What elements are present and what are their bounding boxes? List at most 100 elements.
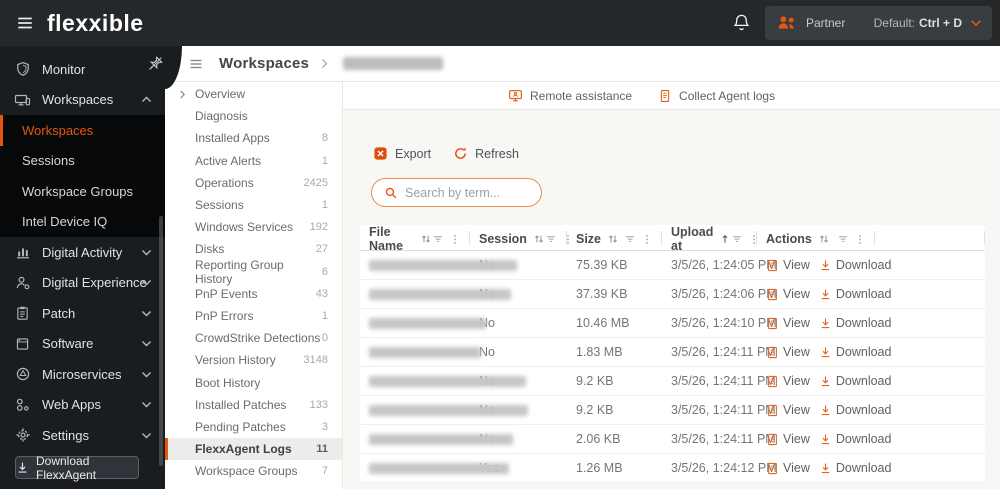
submenu-item-sessions[interactable]: Sessions — [0, 146, 165, 177]
view-link[interactable]: View — [766, 316, 810, 330]
view-document-icon — [766, 404, 779, 417]
nav-item-boot-history[interactable]: Boot History — [165, 371, 342, 393]
column-header-upload-at[interactable]: Upload at — [662, 225, 757, 253]
sidebar-item-settings[interactable]: Settings — [0, 420, 165, 451]
nav-item-reporting-group-history[interactable]: Reporting Group History 6 — [165, 258, 342, 286]
sidebar-item-microservices[interactable]: Microservices — [0, 359, 165, 390]
cell-filler — [875, 251, 985, 279]
sidebar-item-label: Monitor — [42, 61, 86, 77]
nav-item-pending-patches[interactable]: Pending Patches 3 — [165, 416, 342, 438]
sidebar-scrollbar[interactable] — [159, 216, 163, 466]
nav-item-installed-patches[interactable]: Installed Patches 133 — [165, 394, 342, 416]
search-input[interactable] — [405, 185, 525, 200]
file-name-redacted — [369, 404, 528, 416]
kebab-icon[interactable] — [449, 233, 461, 246]
column-header-session[interactable]: Session — [470, 225, 569, 253]
view-link[interactable]: View — [766, 374, 810, 388]
sidebar-item-monitor[interactable]: Monitor — [0, 54, 165, 85]
view-link[interactable]: View — [766, 432, 810, 446]
filter-icon[interactable] — [432, 233, 444, 245]
nav-item-windows-services[interactable]: Windows Services 192 — [165, 216, 342, 238]
chevron-right-icon — [177, 89, 188, 100]
unpin-sidebar-icon[interactable] — [147, 55, 164, 72]
export-button[interactable]: Export — [373, 146, 431, 161]
view-label: View — [783, 345, 810, 359]
nav-item-version-history[interactable]: Version History 3148 — [165, 349, 342, 371]
submenu-item-workspaces[interactable]: Workspaces — [0, 115, 165, 146]
submenu-item-intel-device-iq[interactable]: Intel Device IQ — [0, 207, 165, 238]
view-document-icon — [766, 433, 779, 446]
sidebar-item-digital-experience[interactable]: Digital Experience — [0, 268, 165, 299]
column-label: Size — [576, 232, 602, 246]
sidebar-item-workspaces[interactable]: Workspaces — [0, 85, 165, 116]
nav-item-flexxagent-logs[interactable]: FlexxAgent Logs 11 — [165, 438, 342, 461]
sidebar-item-digital-activity[interactable]: Digital Activity — [0, 237, 165, 268]
sort-icon[interactable] — [818, 233, 830, 245]
excel-export-icon — [373, 146, 388, 161]
cell-actions: View Download — [757, 367, 891, 395]
filter-icon[interactable] — [624, 233, 636, 245]
nav-item-pnp-events[interactable]: PnP Events 43 — [165, 283, 342, 305]
nav-item-pnp-errors[interactable]: PnP Errors 1 — [165, 305, 342, 327]
nav-item-active-alerts[interactable]: Active Alerts 1 — [165, 150, 342, 172]
table-row: No75.39 KB3/5/26, 1:24:05 PMViewDownload — [360, 251, 985, 280]
column-header-size[interactable]: Size — [567, 225, 662, 253]
submenu-item-workspace-groups[interactable]: Workspace Groups — [0, 176, 165, 207]
sidebar-item-label: Software — [42, 336, 94, 352]
remote-assistance-button[interactable]: Remote assistance — [508, 88, 632, 103]
nav-item-label: PnP Errors — [195, 308, 254, 323]
view-link[interactable]: View — [766, 461, 810, 475]
default-label: Default: — [873, 16, 915, 30]
main-menu-icon[interactable] — [16, 14, 34, 32]
main-content: Remote assistance Collect Agent logs Exp… — [343, 82, 1000, 489]
sort-icon[interactable] — [420, 233, 432, 245]
workspaces-icon — [14, 92, 31, 108]
download-flexxagent-label: Download FlexxAgent — [36, 453, 97, 482]
cell-size: 37.39 KB — [576, 287, 628, 301]
nav-item-count: 6 — [321, 265, 328, 278]
kebab-icon[interactable] — [641, 233, 653, 246]
view-link[interactable]: View — [766, 287, 810, 301]
nav-item-workspace-groups[interactable]: Workspace Groups 7 — [165, 460, 342, 482]
sort-icon[interactable] — [607, 233, 619, 245]
notifications-bell-icon[interactable] — [732, 13, 751, 32]
refresh-button[interactable]: Refresh — [453, 146, 519, 161]
file-name-redacted — [369, 462, 509, 474]
collect-agent-logs-button[interactable]: Collect Agent logs — [658, 89, 775, 103]
cell-file-name — [360, 309, 486, 337]
view-document-icon — [766, 375, 779, 388]
account-switcher[interactable]: Partner Default: Ctrl + D — [765, 6, 992, 40]
nav-item-installed-apps[interactable]: Installed Apps 8 — [165, 127, 342, 149]
nav-item-sessions[interactable]: Sessions 1 — [165, 194, 342, 216]
view-link[interactable]: View — [766, 403, 810, 417]
sidebar-item-label: Workspaces — [42, 92, 114, 108]
filter-icon[interactable] — [731, 233, 743, 245]
nav-item-operations[interactable]: Operations 2425 — [165, 172, 342, 194]
nav-item-diagnosis[interactable]: Diagnosis — [165, 105, 342, 127]
sidebar-item-web-apps[interactable]: Web Apps — [0, 390, 165, 421]
view-link[interactable]: View — [766, 345, 810, 359]
column-header-actions[interactable]: Actions — [757, 225, 875, 253]
sort-up-icon[interactable] — [719, 233, 731, 245]
workspaces-submenu: Workspaces Sessions Workspace Groups Intel … — [0, 115, 165, 237]
view-label: View — [783, 258, 810, 272]
sort-icon[interactable] — [533, 233, 545, 245]
secondary-menu-icon[interactable] — [188, 56, 204, 72]
filter-icon[interactable] — [837, 233, 849, 245]
cell-filler — [875, 396, 985, 424]
nav-item-label: Installed Apps — [195, 131, 270, 146]
filter-icon[interactable] — [545, 233, 557, 245]
nav-item-crowdstrike-detections[interactable]: CrowdStrike Detections 0 — [165, 327, 342, 349]
view-link[interactable]: View — [766, 258, 810, 272]
cell-upload-at: 3/5/26, 1:24:12 PM — [671, 461, 777, 475]
sidebar-item-software[interactable]: Software — [0, 329, 165, 360]
view-label: View — [783, 461, 810, 475]
sidebar-item-label: Microservices — [42, 366, 122, 382]
nav-item-count: 1 — [321, 309, 328, 322]
kebab-icon[interactable] — [854, 233, 866, 246]
download-flexxagent-button[interactable]: Download FlexxAgent — [15, 453, 139, 482]
sidebar-item-patch[interactable]: Patch — [0, 298, 165, 329]
breadcrumb-root[interactable]: Workspaces — [219, 55, 309, 72]
nav-item-overview[interactable]: Overview — [165, 83, 342, 105]
column-header-file-name[interactable]: File Name — [360, 225, 470, 253]
